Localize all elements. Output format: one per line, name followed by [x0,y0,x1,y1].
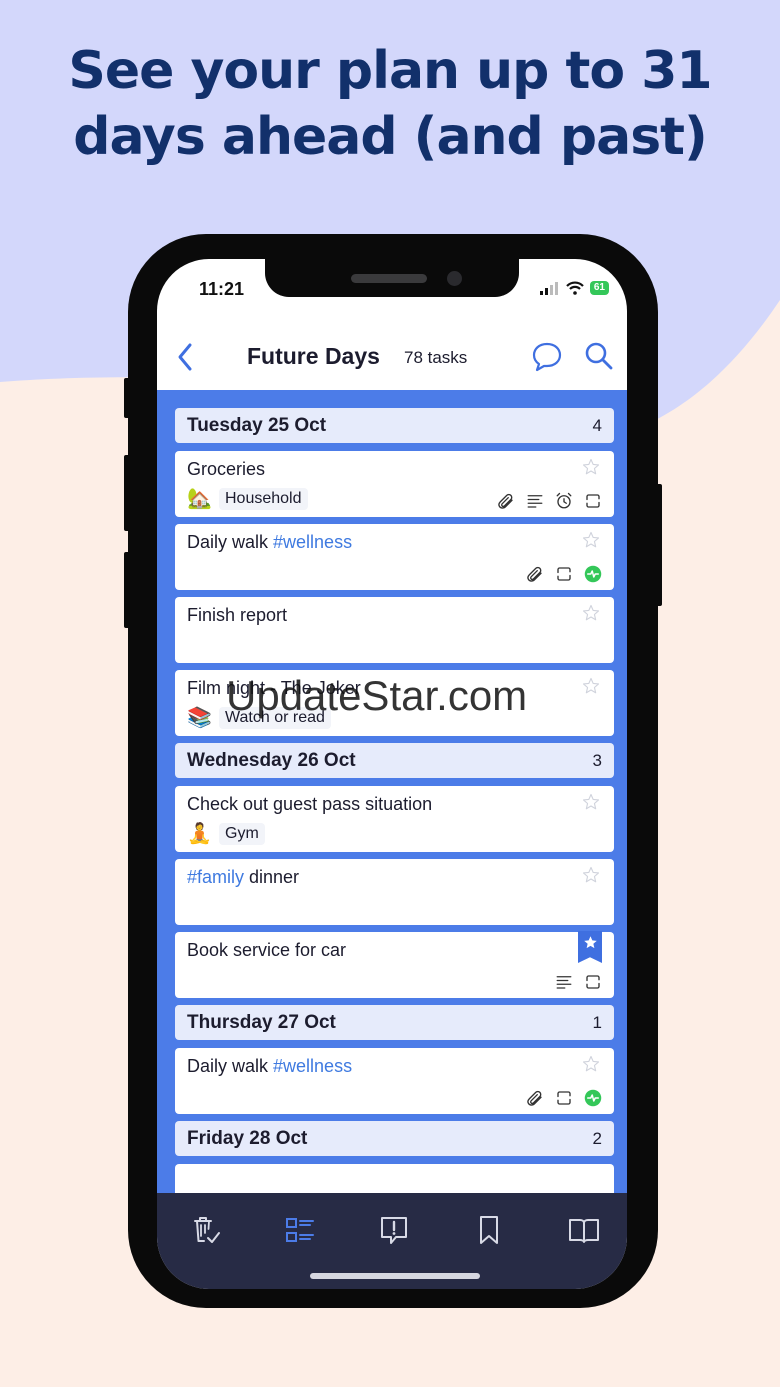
search-icon[interactable] [583,339,615,373]
tab-bar [157,1193,627,1289]
paperclip-icon [527,566,542,582]
repeat-icon [586,975,600,989]
home-indicator [310,1273,480,1279]
list-icon[interactable] [283,1213,317,1247]
day-name: Tuesday 25 Oct [187,414,327,436]
trash-check-icon[interactable] [189,1213,223,1247]
back-chevron-icon[interactable] [171,339,199,375]
watermark: UpdateStar.com [226,672,528,719]
phone-power-button [656,484,662,606]
day-header[interactable]: Thursday 27 Oct 1 [175,1005,614,1040]
phone-side-button [124,378,130,418]
health-icon [584,565,602,583]
status-icons: 61 [539,281,609,295]
health-icon [584,1089,602,1107]
project-label: Gym [219,823,265,845]
speaker [351,274,427,283]
task-card[interactable] [175,1164,614,1193]
star-icon[interactable] [582,677,600,695]
hashtag[interactable]: #wellness [273,1056,352,1076]
task-card[interactable]: Finish report [175,597,614,663]
task-card[interactable]: Check out guest pass situation 🧘 Gym [175,786,614,852]
task-meta-icons [526,1089,602,1107]
paperclip-icon [498,493,513,509]
star-icon[interactable] [582,604,600,622]
star-icon[interactable] [582,793,600,811]
task-title: Daily walk #wellness [187,1056,602,1077]
task-count: 78 tasks [404,348,468,367]
project-chip[interactable]: 🏡 Household [187,487,308,511]
task-card[interactable]: Groceries 🏡 Household [175,451,614,517]
day-task-count: 3 [592,750,602,770]
repeat-icon [586,494,600,508]
camera [447,271,462,286]
task-card[interactable]: Daily walk #wellness [175,524,614,590]
day-task-count: 4 [592,415,602,435]
task-title: Daily walk #wellness [187,532,602,553]
project-label: Household [219,488,308,510]
task-title: Finish report [187,605,288,625]
day-task-count: 1 [592,1012,602,1032]
task-title-text: dinner [244,867,300,887]
star-icon[interactable] [582,458,600,476]
house-emoji-icon: 🏡 [187,488,212,510]
headline: See your plan up to 31 days ahead (and p… [0,38,780,170]
hashtag[interactable]: #wellness [273,532,352,552]
task-title: Check out guest pass situation [187,794,433,814]
alarm-icon [556,492,572,509]
battery-indicator: 61 [589,281,609,295]
notch [265,259,519,297]
paperclip-icon [527,1090,542,1106]
task-title: Book service for car [187,940,347,960]
task-meta-icons [497,492,602,510]
status-time: 11:21 [199,279,245,299]
task-card[interactable]: Book service for car [175,931,614,998]
day-header[interactable]: Wednesday 26 Oct 3 [175,743,614,778]
star-icon[interactable] [582,1055,600,1073]
yoga-emoji-icon: 🧘 [187,823,212,845]
task-title: Groceries [187,459,266,479]
alert-bubble-icon[interactable] [377,1213,411,1247]
page-title: Future Days [247,343,380,369]
task-card[interactable]: #family dinner [175,859,614,925]
hashtag[interactable]: #family [187,867,244,887]
book-icon[interactable] [567,1213,601,1247]
notes-icon [527,495,543,508]
nav-bar: Future Days 78 tasks [157,329,627,389]
bookmark-icon[interactable] [472,1213,506,1247]
repeat-icon [557,567,571,581]
task-title-text: Daily walk [187,532,274,552]
task-meta-icons [555,973,602,991]
star-icon[interactable] [582,866,600,884]
repeat-icon [557,1091,571,1105]
phone-volume-up [124,455,130,531]
signal-icon [539,282,558,295]
task-title-text: Daily walk [187,1056,274,1076]
task-meta-icons [526,565,602,583]
project-chip[interactable]: 🧘 Gym [187,822,265,846]
notes-icon [556,976,572,989]
task-list[interactable]: Tuesday 25 Oct 4 Groceries 🏡 Household D… [157,390,627,1193]
task-card[interactable]: Daily walk #wellness [175,1048,614,1114]
star-icon[interactable] [582,531,600,549]
day-header[interactable]: Friday 28 Oct 2 [175,1121,614,1156]
phone-volume-down [124,552,130,628]
books-emoji-icon: 📚 [187,707,212,729]
day-name: Wednesday 26 Oct [187,749,356,771]
headline-line-2: days ahead (and past) [73,107,708,167]
day-header[interactable]: Tuesday 25 Oct 4 [175,408,614,443]
day-name: Friday 28 Oct [187,1127,308,1149]
day-name: Thursday 27 Oct [187,1011,336,1033]
day-task-count: 2 [592,1128,602,1148]
chat-bubble-icon[interactable] [531,339,563,373]
task-title: #family dinner [187,867,602,888]
wifi-icon [566,281,584,295]
app-screen: 11:21 61 Future Days 78 tasks Tuesday 25 [157,259,627,1289]
headline-line-1: See your plan up to 31 [68,41,712,101]
